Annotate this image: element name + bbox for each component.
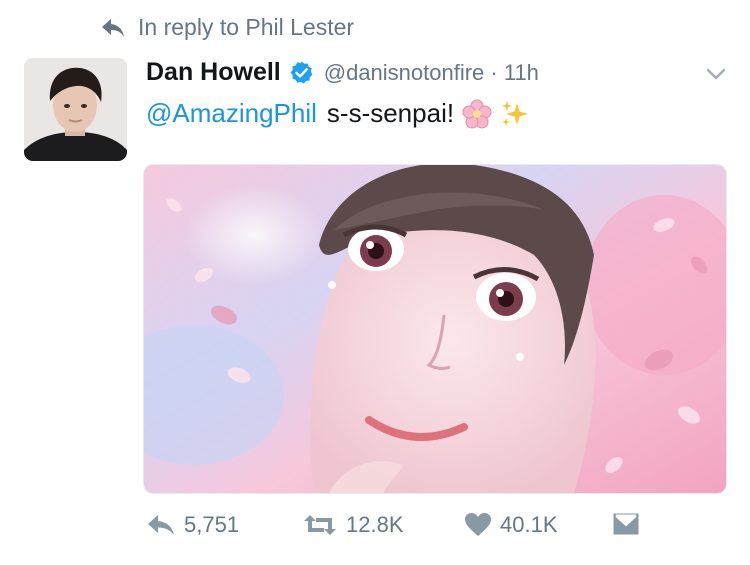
retweet-action[interactable]: 12.8K: [302, 512, 404, 538]
sparkles-icon: [502, 100, 529, 126]
tweet-actions: 5,751 12.8K 40.1K: [146, 512, 646, 552]
reply-icon: [148, 515, 174, 535]
retweet-count: 12.8K: [346, 512, 404, 537]
tweet-body: s-s-senpai!: [326, 98, 455, 128]
reply-arrow-icon: [102, 18, 124, 37]
like-count: 40.1K: [500, 512, 558, 537]
like-action[interactable]: 40.1K: [464, 512, 558, 538]
tweet-header: Dan Howell @danisnotonfire · 11h: [146, 58, 539, 87]
envelope-icon: [613, 513, 639, 535]
author-handle-time[interactable]: @danisnotonfire · 11h: [324, 60, 539, 86]
reply-action[interactable]: 5,751: [146, 512, 239, 538]
retweet-icon: [304, 515, 336, 535]
chevron-down-icon[interactable]: [704, 64, 728, 84]
reply-context[interactable]: In reply to Phil Lester: [100, 14, 354, 41]
cherry-blossom-icon: [462, 99, 492, 128]
direct-message-action[interactable]: [612, 512, 648, 536]
author-name[interactable]: Dan Howell: [146, 58, 281, 87]
reply-count: 5,751: [184, 512, 240, 537]
heart-icon: [465, 513, 491, 536]
avatar[interactable]: [24, 58, 127, 161]
mention-link[interactable]: @AmazingPhil: [146, 98, 317, 129]
reply-context-text: In reply to Phil Lester: [138, 14, 355, 40]
tweet-media-photo[interactable]: [143, 164, 727, 494]
verified-badge-icon: [290, 61, 313, 84]
tweet-text: @AmazingPhil s-s-senpai!: [146, 98, 530, 129]
